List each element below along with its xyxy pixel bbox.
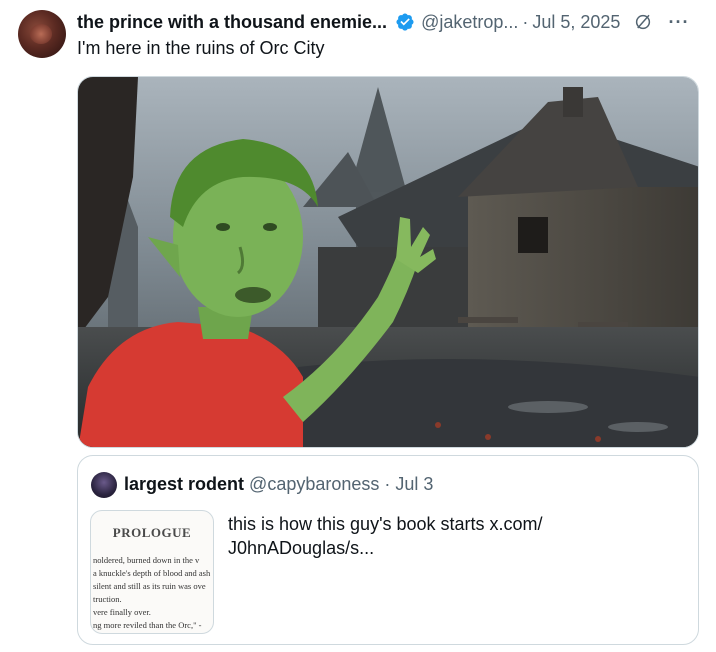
thumbnail-line: noldered, burned down in the v (93, 555, 200, 565)
post-text: I'm here in the ruins of Orc City (77, 38, 325, 58)
quote-text-line: J0hnADouglas/s... (228, 538, 375, 558)
thumbnail-line: truction. (93, 594, 122, 604)
quoted-post[interactable]: largest rodent @capybaroness · Jul 3 PRO… (77, 455, 699, 645)
post-date[interactable]: Jul 5, 2025 (532, 12, 620, 33)
quote-author-handle[interactable]: @capybaroness (249, 474, 379, 494)
thumbnail-line: a knuckle's depth of blood and ash (93, 568, 211, 578)
author-name[interactable]: the prince with a thousand enemie... (77, 12, 387, 33)
quote-author-name[interactable]: largest rodent (124, 474, 244, 494)
thumbnail-line: ng more reviled than the Orc," - (93, 620, 202, 630)
verified-badge-icon (396, 13, 414, 31)
quote-author-avatar[interactable] (91, 472, 117, 498)
post-header: the prince with a thousand enemie... @ja… (77, 10, 702, 34)
quote-header: largest rodent @capybaroness · Jul 3 (124, 474, 433, 495)
thumbnail-title: PROLOGUE (112, 525, 192, 540)
separator-dot: · (522, 11, 529, 32)
quote-text: this is how this guy's book starts x.com… (228, 512, 648, 560)
author-avatar[interactable] (18, 10, 66, 58)
quote-thumbnail[interactable]: PROLOGUE noldered, burned down in the v … (90, 510, 214, 634)
quote-separator-dot: · (384, 474, 391, 494)
thumbnail-line: vere finally over. (93, 607, 151, 617)
author-handle[interactable]: @jaketrop... (421, 12, 518, 33)
grok-icon[interactable] (634, 13, 652, 31)
post-image[interactable] (77, 76, 699, 448)
thumbnail-line: silent and still as its ruin was ove (93, 581, 206, 591)
quote-text-line: this is how this guy's book starts x.com… (228, 514, 543, 534)
more-options-icon[interactable]: ··· (668, 12, 689, 33)
quote-date[interactable]: Jul 3 (395, 474, 433, 494)
